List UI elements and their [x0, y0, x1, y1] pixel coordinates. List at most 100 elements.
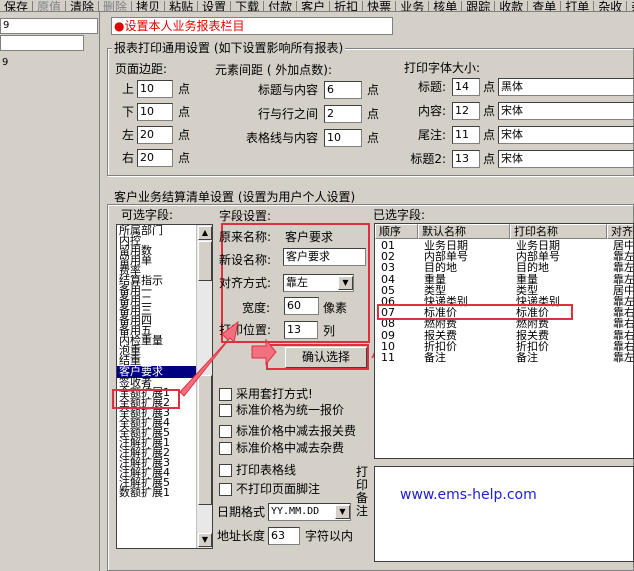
spacing-input[interactable]: 6	[324, 81, 362, 99]
toolbar-button[interactable]: 拷贝	[132, 1, 166, 11]
new-name-input[interactable]: 客户要求	[283, 248, 366, 266]
spacing-label: 表格线与内容	[245, 131, 318, 145]
toolbar-button[interactable]: 杂	[627, 1, 634, 11]
table-cell: 类型	[516, 284, 538, 296]
toolbar-button[interactable]: 删除	[99, 1, 133, 11]
margin-label: 上	[122, 82, 135, 96]
option-checkbox[interactable]	[219, 388, 232, 401]
table-cell: 靠左	[613, 296, 634, 307]
table-row[interactable]: 09 报关费 报关费 靠右	[375, 329, 634, 341]
toolbar-button[interactable]: 保存	[0, 1, 34, 11]
column-header[interactable]: 默认名称	[418, 224, 510, 239]
table-row[interactable]: 04 重量 重量 靠左	[375, 273, 634, 285]
list-item[interactable]: 数额扩展1	[117, 487, 196, 498]
footnote-textarea[interactable]: www.ems-help.com	[374, 466, 634, 562]
font-size-input[interactable]: 13	[452, 150, 480, 168]
toolbar-button[interactable]: 核单	[429, 1, 463, 11]
table-row[interactable]: 01 业务日期 业务日期 居中	[375, 240, 633, 251]
option-checkbox[interactable]	[219, 404, 232, 417]
margin-input[interactable]: 20	[137, 149, 173, 167]
chevron-down-icon[interactable]: ▼	[338, 276, 353, 290]
addr-len-unit: 字符以内	[305, 529, 354, 543]
toolbar-button[interactable]: 清除	[66, 1, 100, 11]
table-cell: 靠左	[613, 273, 634, 285]
column-header[interactable]: 打印名称	[510, 224, 607, 239]
option-checkbox[interactable]	[219, 483, 232, 496]
font-face-select[interactable]: 黑体	[498, 78, 634, 96]
spacing-input[interactable]: 10	[324, 129, 362, 147]
addr-len-input[interactable]: 63	[268, 527, 300, 545]
font-size-input[interactable]: 12	[452, 102, 480, 120]
scroll-up-arrow-icon[interactable]: ▲	[198, 226, 212, 240]
option-checkbox[interactable]	[219, 464, 232, 477]
table-cell: 靠左	[613, 251, 634, 263]
table-row[interactable]: 02 内部单号 内部单号 靠左	[375, 251, 634, 263]
table-cell: 08	[381, 318, 395, 330]
table-cell: 折扣价	[424, 340, 457, 352]
font-size-input[interactable]: 14	[452, 78, 480, 96]
toolbar-button[interactable]: 折扣	[330, 1, 364, 11]
left-pane-row[interactable]: 9	[0, 18, 98, 34]
font-title: 打印字体大小:	[404, 61, 481, 75]
toolbar-button[interactable]: 客户	[297, 1, 331, 11]
table-row[interactable]: 05 类型 类型 居中	[375, 284, 634, 296]
spacing-unit: 点	[367, 131, 380, 145]
selected-fields-table[interactable]: 顺序 默认名称 打印名称 对齐 01 业务日期 业务日期 居中 02 内部单号 内部单号 靠左 03 目…	[374, 223, 634, 459]
toolbar-button[interactable]: 设置	[198, 1, 232, 11]
column-header[interactable]: 顺序	[375, 224, 418, 239]
toolbar-button[interactable]: 原值	[33, 1, 67, 11]
toolbar-button[interactable]: 下载	[231, 1, 265, 11]
scroll-down-arrow-icon[interactable]: ▼	[198, 533, 212, 547]
margin-input[interactable]: 10	[137, 80, 173, 98]
table-cell: 09	[381, 329, 395, 341]
scroll-thumb[interactable]	[198, 241, 212, 281]
table-cell: 重量	[424, 273, 446, 285]
chevron-down-icon[interactable]: ▼	[335, 505, 350, 519]
font-face-select[interactable]: 宋体	[498, 126, 634, 144]
font-face-select[interactable]: 宋体	[498, 102, 634, 120]
page-title: ●设置本人业务报表栏目	[111, 17, 393, 35]
table-cell: 靠右	[613, 329, 634, 341]
toolbar-button[interactable]: 粘贴	[165, 1, 199, 11]
toolbar-button[interactable]: 杂收	[594, 1, 628, 11]
margin-input[interactable]: 20	[137, 126, 173, 144]
table-cell: 05	[381, 284, 395, 296]
spacing-input[interactable]: 2	[324, 105, 362, 123]
align-label: 对齐方式:	[219, 276, 272, 290]
table-cell: 居中	[613, 284, 634, 296]
option-checkbox[interactable]	[219, 425, 232, 438]
toolbar-button[interactable]: 跟踪	[462, 1, 496, 11]
left-pane: 9 9	[0, 12, 100, 571]
toolbar-button[interactable]: 查单	[528, 1, 562, 11]
left-pane-row: 9	[2, 57, 9, 68]
table-cell: 燃附费	[424, 318, 457, 330]
table-cell: 内部单号	[516, 251, 560, 263]
left-pane-input[interactable]	[0, 35, 84, 51]
option-checkbox[interactable]	[219, 442, 232, 455]
font-size-input[interactable]: 11	[452, 126, 480, 144]
table-cell: 燃附费	[516, 318, 549, 330]
table-cell: 靠右	[613, 307, 634, 319]
spacing-title: 元素间距 ( 外加点数):	[215, 63, 333, 77]
toolbar-button[interactable]: 业务	[396, 1, 430, 11]
toolbar-button[interactable]: 快票	[363, 1, 397, 11]
font-label: 标题:	[417, 80, 446, 94]
toolbar-button[interactable]: 付款	[264, 1, 298, 11]
arrow-to-confirm	[251, 338, 277, 366]
toolbar-button[interactable]: 收款	[495, 1, 529, 11]
spacing-unit: 点	[367, 83, 380, 97]
addr-len-label: 地址长度	[217, 529, 266, 543]
toolbar-button[interactable]: 打单	[561, 1, 595, 11]
table-row[interactable]: 10 折扣价 折扣价 靠右	[375, 340, 633, 352]
table-cell: 目的地	[516, 262, 549, 274]
table-row[interactable]: 08 燃附费 燃附费 靠右	[375, 318, 633, 330]
table-row[interactable]: 03 目的地 目的地 靠左	[375, 262, 634, 274]
table-cell: 靠左	[613, 262, 634, 274]
table-cell: 业务日期	[516, 240, 560, 251]
font-face-select[interactable]: 宋体	[498, 150, 634, 168]
table-row[interactable]: 11 备注 备注 靠左	[375, 352, 633, 363]
margin-input[interactable]: 10	[137, 103, 173, 121]
table-cell: 备注	[424, 352, 446, 363]
column-header[interactable]: 对齐	[607, 224, 633, 239]
toolbar: 保存原值清除删除拷贝粘贴设置下载付款客户折扣快票业务核单跟踪收款查单打单杂收杂	[0, 0, 634, 12]
